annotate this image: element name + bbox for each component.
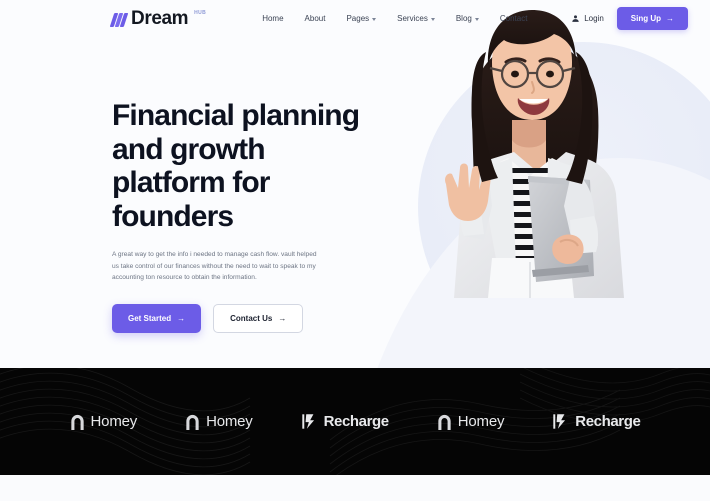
signup-label: Sing Up (630, 14, 661, 23)
brand-logo-label: Homey (206, 413, 253, 430)
brand-logo-label: Homey (457, 413, 505, 430)
brand-logo[interactable]: Dream HUB (109, 8, 207, 29)
homey-arch-icon (70, 414, 84, 430)
brand-logo-label: Recharge (323, 413, 390, 430)
brand-logo-homey[interactable]: Homey (185, 413, 253, 430)
user-icon (572, 15, 579, 22)
recharge-r-icon (553, 414, 566, 429)
partner-logo-strip: Homey Homey Recharge Homey Recharge (0, 368, 710, 475)
arrow-right-icon: → (278, 313, 287, 323)
brand-logo-homey[interactable]: Homey (437, 413, 505, 430)
nav-item-label: Pages (346, 14, 370, 23)
homey-arch-icon (438, 414, 451, 430)
nav-links: Home About Pages Services Blog Contact (262, 14, 527, 23)
chevron-down-icon (474, 17, 479, 21)
nav-item-services[interactable]: Services (397, 14, 435, 23)
contact-us-button[interactable]: Contact Us → (213, 304, 304, 334)
get-started-button[interactable]: Get Started → (112, 304, 202, 334)
brand-logo-homey[interactable]: Homey (70, 413, 138, 430)
nav-item-label: Home (262, 14, 284, 23)
nav-actions: Login Sing Up → (571, 7, 688, 30)
hero-body: Financial planning and growth platform f… (0, 37, 710, 334)
slash-bars-icon (109, 13, 129, 27)
nav-item-label: Contact (499, 14, 528, 23)
hero-description: A great way to get the info i needed to … (112, 251, 317, 282)
page-title: Financial planning and growth platform f… (112, 99, 360, 233)
brand-logo-recharge[interactable]: Recharge (552, 413, 641, 430)
brand-logo-label: Homey (90, 413, 138, 430)
login-link[interactable]: Login (571, 14, 604, 23)
brand-logo-label: Recharge (575, 413, 641, 430)
page-bottom-strip (0, 475, 710, 501)
nav-item-about[interactable]: About (305, 14, 326, 23)
chevron-down-icon (372, 17, 377, 21)
hero-actions: Get Started → Contact Us → (112, 304, 360, 334)
nav-item-label: About (304, 14, 326, 23)
contact-us-label: Contact Us (230, 314, 273, 324)
recharge-r-icon (301, 414, 314, 429)
landing-page: Dream HUB Home About Pages Services Blog… (0, 0, 710, 501)
brand-logo-recharge[interactable]: Recharge (301, 413, 389, 430)
nav-item-label: Blog (455, 14, 472, 23)
brand-name: Dream (131, 8, 189, 29)
get-started-label: Get Started (128, 314, 172, 324)
arrow-right-icon: → (177, 313, 186, 323)
nav-item-home[interactable]: Home (262, 14, 283, 23)
hero-section: Dream HUB Home About Pages Services Blog… (0, 0, 710, 368)
logo-row: Homey Homey Recharge Homey Recharge (30, 413, 681, 430)
main-navbar: Dream HUB Home About Pages Services Blog… (0, 0, 710, 37)
nav-item-contact[interactable]: Contact (500, 14, 528, 23)
signup-button[interactable]: Sing Up → (616, 7, 688, 30)
chevron-down-icon (430, 17, 435, 21)
nav-item-label: Services (397, 14, 428, 23)
login-label: Login (584, 14, 604, 23)
homey-arch-icon (186, 414, 199, 430)
brand-superscript: HUB (194, 10, 207, 16)
nav-item-pages[interactable]: Pages (346, 14, 377, 23)
hero-copy: Financial planning and growth platform f… (0, 37, 360, 334)
nav-item-blog[interactable]: Blog (456, 14, 479, 23)
arrow-right-icon: → (666, 13, 674, 23)
